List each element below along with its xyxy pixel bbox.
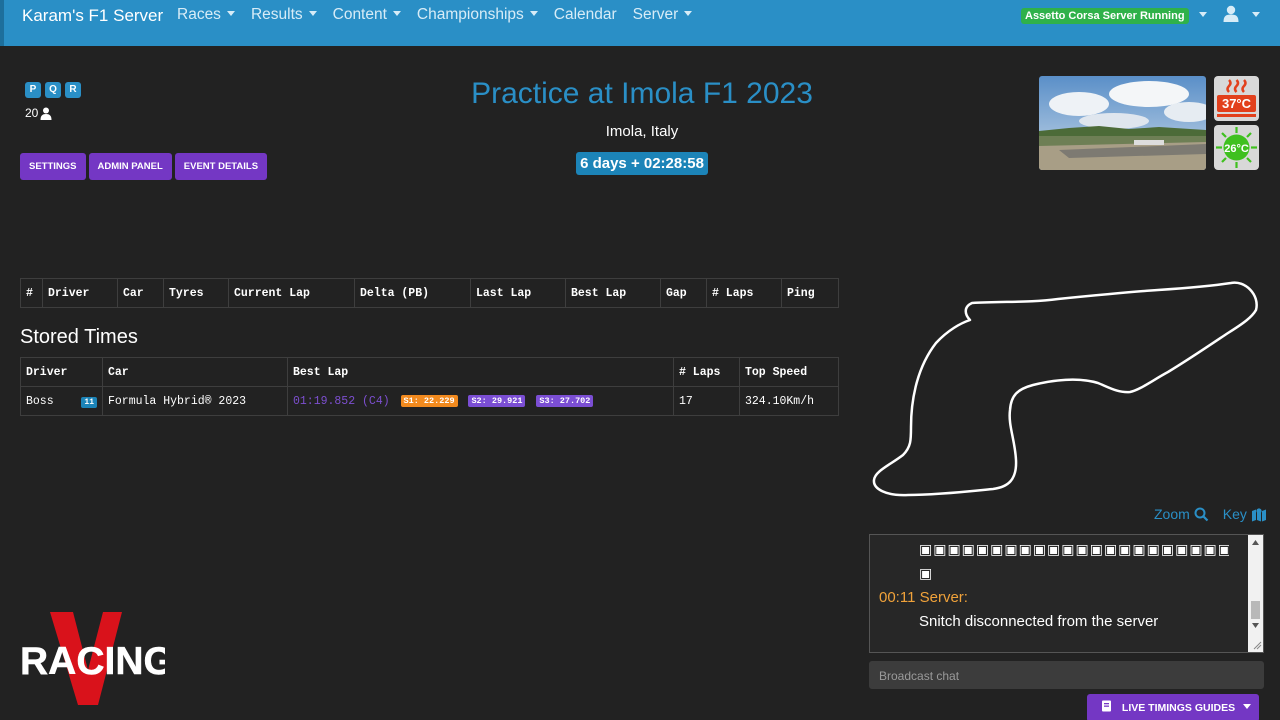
map-controls: Zoom Key xyxy=(1154,506,1267,522)
chat-sender: Server: xyxy=(919,589,968,606)
sector-2-badge: S2: 29.921 xyxy=(468,394,526,407)
user-icon[interactable] xyxy=(1223,5,1239,23)
live-col-[interactable]: # xyxy=(20,278,43,308)
live-col-delta-pb[interactable]: Delta (PB) xyxy=(354,278,471,308)
chat-message-garbled-cont: ▣ xyxy=(919,565,933,581)
stored-driver-cell: Boss 11 xyxy=(20,386,103,416)
live-timings-table: # Driver Car Tyres Current Lap Delta (PB) Last… xyxy=(20,278,839,308)
track-outline xyxy=(872,281,1258,497)
scroll-down-arrow-icon[interactable] xyxy=(1252,623,1259,628)
nav-item-label: Races xyxy=(177,6,221,23)
live-col-car[interactable]: Car xyxy=(117,278,164,308)
guides-button-label: LIVE TIMINGS GUIDES xyxy=(1121,702,1236,714)
nav-item-calendar[interactable]: Calendar xyxy=(554,6,617,24)
top-navbar: Karam's F1 Server Races Results Content Cha… xyxy=(0,0,1280,46)
ambient-temp-text: 26°C xyxy=(1224,143,1249,155)
logo-text: RACING xyxy=(20,640,165,683)
live-col-best-lap[interactable]: Best Lap xyxy=(565,278,661,308)
live-col-current-lap[interactable]: Current Lap xyxy=(228,278,355,308)
scroll-thumb[interactable] xyxy=(1251,601,1260,619)
stored-best-lap-cell: 01:19.852 (C4) S1: 22.229 S2: 29.921 S3:… xyxy=(287,386,674,416)
resize-grip-icon[interactable] xyxy=(1253,641,1262,650)
racing-logo: RACING xyxy=(20,610,174,707)
chevron-down-icon xyxy=(684,11,693,16)
live-col-gap[interactable]: Gap xyxy=(660,278,707,308)
event-details-button[interactable]: EVENT DETAILS xyxy=(174,153,268,180)
scroll-up-arrow-icon[interactable] xyxy=(1252,540,1259,545)
brand-link[interactable]: Karam's F1 Server xyxy=(22,6,163,26)
live-col-driver[interactable]: Driver xyxy=(42,278,118,308)
live-timings-header-row: # Driver Car Tyres Current Lap Delta (PB) Last… xyxy=(20,278,839,308)
sector-3-badge: S3: 27.702 xyxy=(536,394,594,407)
road-temp-text: 37°C xyxy=(1222,96,1252,111)
chevron-down-icon xyxy=(308,11,317,16)
nav-item-races[interactable]: Races xyxy=(177,6,235,24)
track-map[interactable] xyxy=(868,275,1268,505)
chevron-down-icon xyxy=(529,11,538,16)
nav-item-server[interactable]: Server xyxy=(633,6,693,24)
event-buttons: SETTINGS ADMIN PANEL EVENT DETAILS xyxy=(20,153,268,180)
nav-menu: Races Results Content Championships Calendar… xyxy=(177,6,708,24)
status-dropdown-caret-icon[interactable] xyxy=(1199,12,1207,17)
live-col-tyres[interactable]: Tyres xyxy=(163,278,229,308)
car-number-badge: 11 xyxy=(81,396,97,408)
settings-button[interactable]: SETTINGS xyxy=(20,153,86,180)
stored-times-heading: Stored Times xyxy=(20,326,138,348)
nav-item-label: Calendar xyxy=(553,6,617,23)
nav-item-championships[interactable]: Championships xyxy=(417,6,538,24)
nav-item-label: Championships xyxy=(416,6,524,23)
stored-laps-cell: 17 xyxy=(673,386,740,416)
sector-1-badge: S1: 22.229 xyxy=(400,394,458,407)
server-status-badge[interactable]: Assetto Corsa Server Running xyxy=(1021,8,1189,24)
admin-panel-button[interactable]: ADMIN PANEL xyxy=(88,153,172,180)
nav-item-label: Server xyxy=(632,6,679,23)
best-lap-time: 01:19.852 (C4) xyxy=(293,394,390,408)
guides-caret-icon xyxy=(1243,704,1252,709)
table-row[interactable]: Boss 11 Formula Hybrid® 2023 01:19.852 (… xyxy=(20,386,839,416)
chat-timestamp: 00:11 xyxy=(879,589,916,606)
stored-col-driver[interactable]: Driver xyxy=(20,357,103,387)
live-timings-guides-button[interactable]: LIVE TIMINGS GUIDES xyxy=(1087,694,1259,720)
nav-item-label: Content xyxy=(332,6,387,23)
chevron-down-icon xyxy=(392,11,401,16)
track-preview-image xyxy=(1039,76,1206,170)
nav-item-label: Results xyxy=(250,6,303,23)
live-col-laps[interactable]: # Laps xyxy=(706,278,782,308)
book-icon xyxy=(1102,700,1111,712)
broadcast-chat-input[interactable]: Broadcast chat xyxy=(869,661,1264,689)
stored-col-best-lap[interactable]: Best Lap xyxy=(287,357,674,387)
chat-message-text: Snitch disconnected from the server xyxy=(919,613,1159,630)
countdown-badge: 6 days + 02:28:58 xyxy=(576,152,708,175)
chat-log[interactable]: ▣▣▣▣▣▣▣▣▣▣▣▣▣▣▣▣▣▣▣▣▣▣▣▣▣▣▣▣▣▣▣▣▣▣▣▣▣▣▣▣… xyxy=(869,534,1264,653)
stored-times-header-row: Driver Car Best Lap # Laps Top Speed xyxy=(20,357,839,387)
stored-times-table: Driver Car Best Lap # Laps Top Speed Bos… xyxy=(20,357,839,416)
nav-item-content[interactable]: Content xyxy=(333,6,401,24)
live-col-ping[interactable]: Ping xyxy=(781,278,839,308)
stored-top-speed-cell: 324.10Km/h xyxy=(739,386,839,416)
stored-col-car[interactable]: Car xyxy=(102,357,288,387)
driver-name: Boss xyxy=(26,394,54,408)
user-dropdown-caret-icon[interactable] xyxy=(1252,12,1260,17)
stored-col-top-speed[interactable]: Top Speed xyxy=(739,357,839,387)
navbar-edge xyxy=(0,0,4,46)
live-col-last-lap[interactable]: Last Lap xyxy=(470,278,566,308)
chevron-down-icon xyxy=(226,11,235,16)
chat-scrollbar[interactable] xyxy=(1248,535,1263,652)
chat-message-header: 00:11 Server: xyxy=(879,589,968,606)
search-icon[interactable] xyxy=(1194,507,1209,522)
road-temperature-tile: 37°C xyxy=(1214,76,1259,121)
ambient-temperature-tile: 26°C xyxy=(1214,125,1259,170)
stored-col-laps[interactable]: # Laps xyxy=(673,357,740,387)
nav-item-results[interactable]: Results xyxy=(251,6,317,24)
zoom-link[interactable]: Zoom xyxy=(1154,506,1190,522)
chat-message-garbled: ▣▣▣▣▣▣▣▣▣▣▣▣▣▣▣▣▣▣▣▣▣▣▣▣▣▣▣▣▣▣▣▣▣▣▣▣▣▣▣▣… xyxy=(919,541,1229,557)
map-icon[interactable] xyxy=(1251,507,1267,522)
key-link[interactable]: Key xyxy=(1223,506,1247,522)
stored-car-cell: Formula Hybrid® 2023 xyxy=(102,386,288,416)
